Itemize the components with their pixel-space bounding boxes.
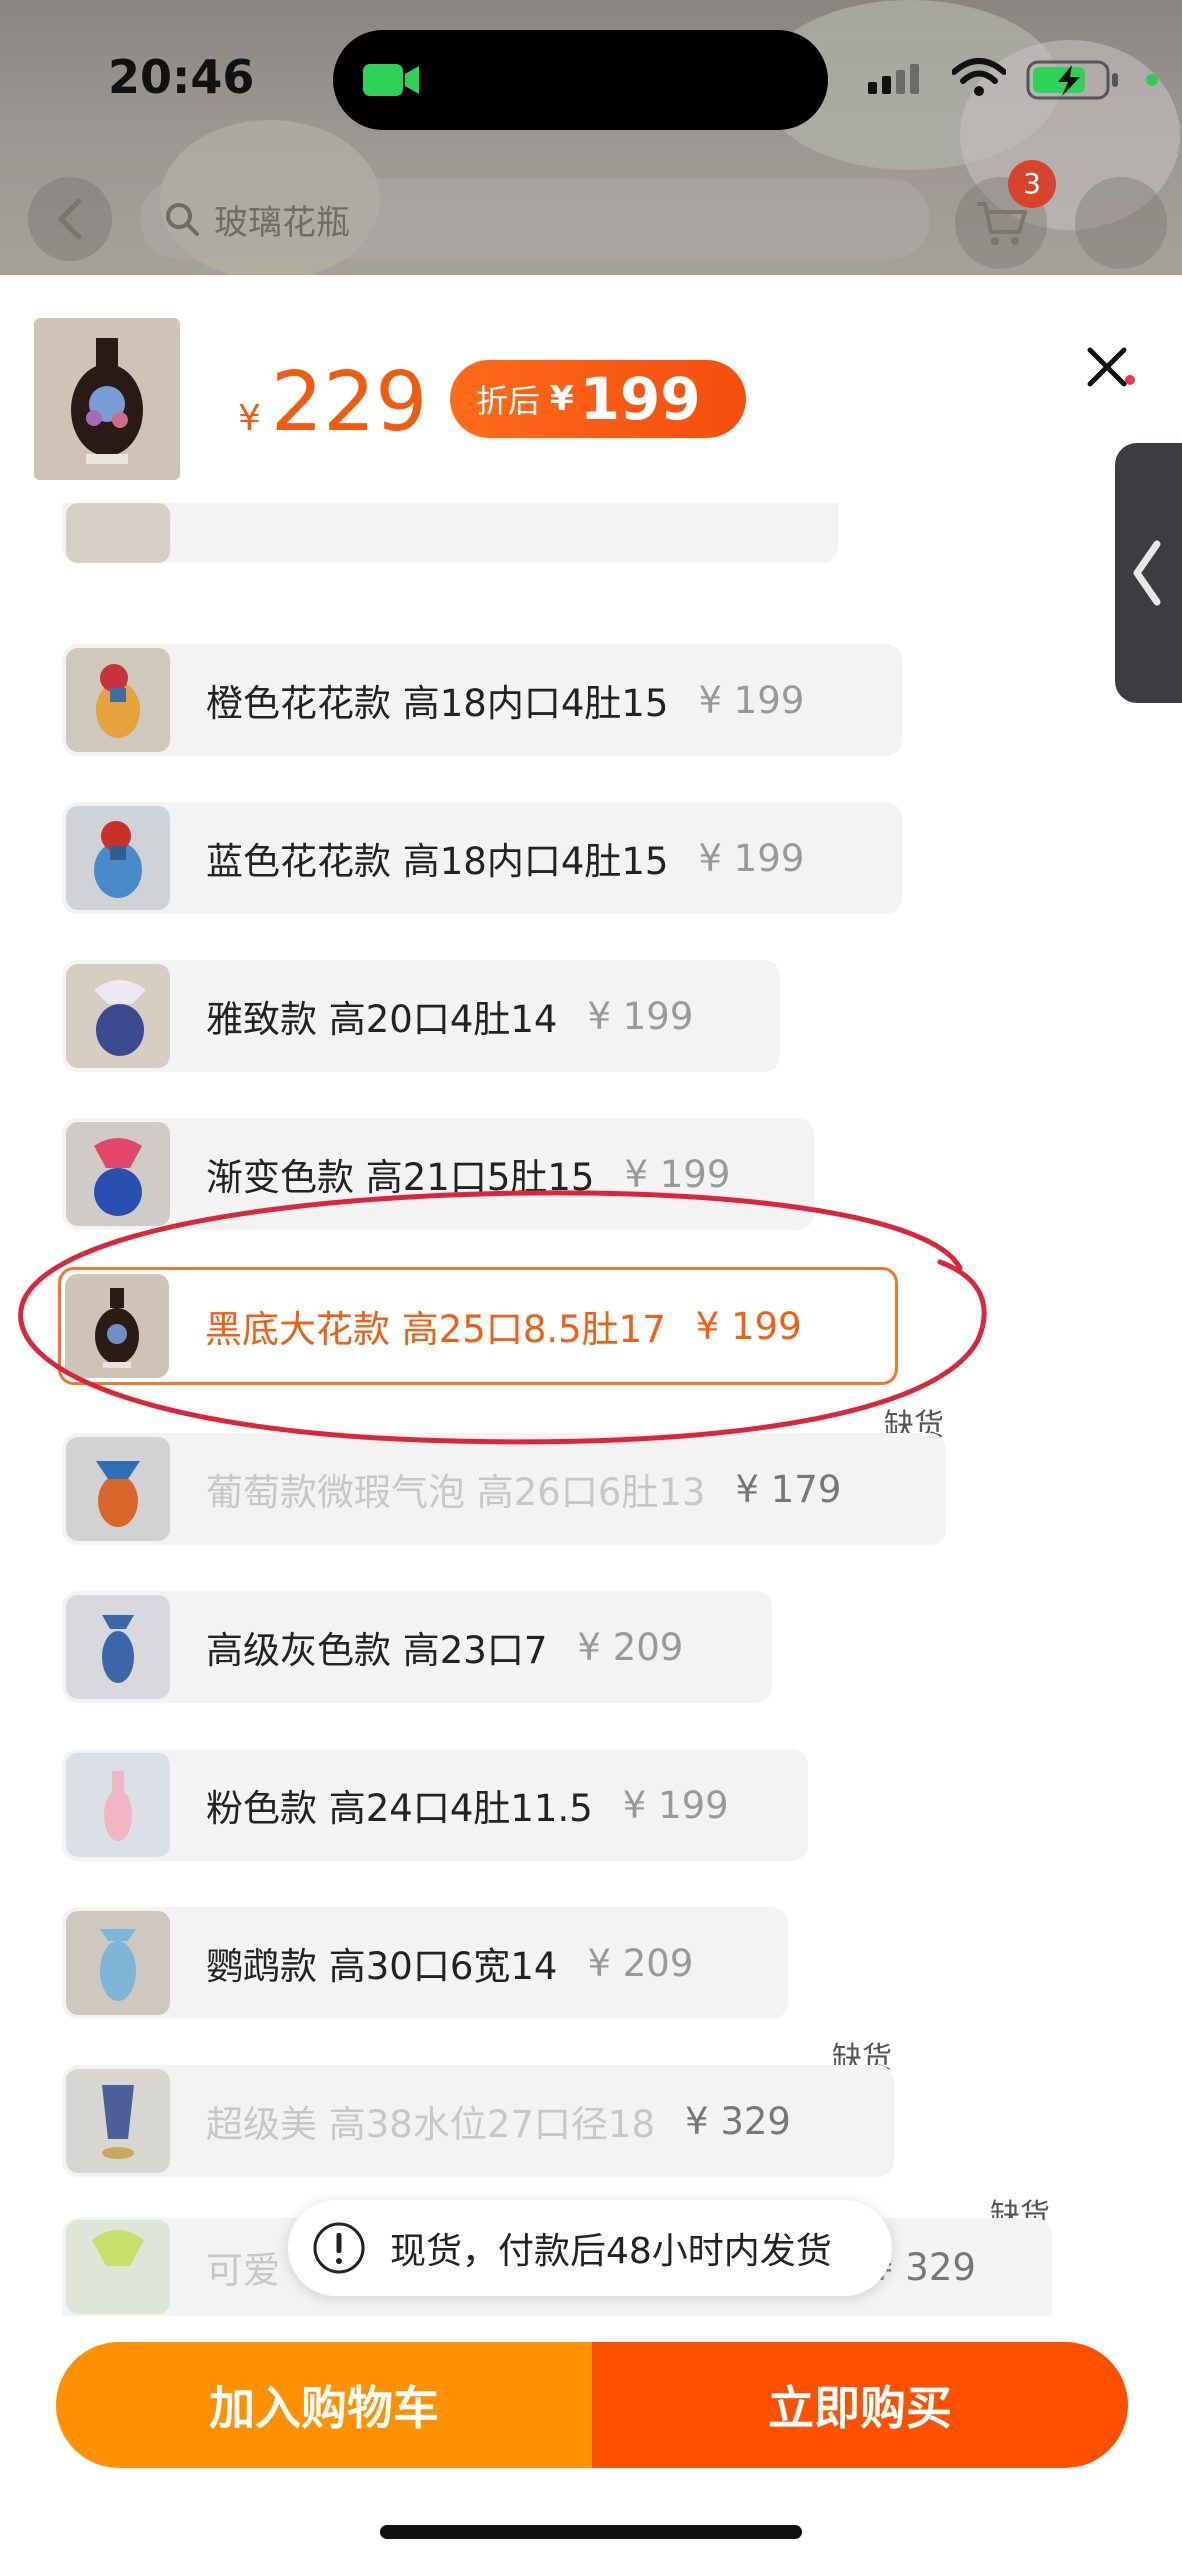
option-price: ¥ 199 [698, 836, 805, 880]
option-price: ¥ 209 [587, 1941, 694, 1985]
option-price: ¥ 329 [685, 2099, 791, 2143]
wifi-icon [952, 58, 1006, 96]
option-item[interactable]: 高级灰色款 高23口7 ¥ 209 [62, 1591, 772, 1703]
option-item[interactable]: 鹦鹉款 高30口6宽14 ¥ 209 [62, 1907, 788, 2019]
nav-row: 玻璃花瓶 [0, 175, 1182, 269]
currency-symbol: ¥ [238, 398, 261, 439]
option-price: ¥ 199 [698, 678, 805, 722]
privacy-indicator [1146, 74, 1158, 86]
alert-icon [313, 2222, 365, 2274]
dynamic-island [333, 30, 828, 130]
option-label: 超级美 高38水位27口径18 [206, 2103, 656, 2146]
chevron-left-icon [1133, 540, 1161, 606]
side-drawer-tab[interactable] [1115, 443, 1182, 703]
search-icon [166, 203, 199, 236]
option-label: 雅致款 高20口4肚14 [206, 998, 558, 1041]
battery-charging-icon [1026, 60, 1118, 100]
cart-count-badge: 3 [1008, 160, 1056, 208]
toast-text: 现货，付款后48小时内发货 [390, 2231, 832, 2272]
option-thumbnail [66, 503, 170, 563]
option-label: 渐变色款 高21口5肚15 [206, 1156, 595, 1199]
status-icons [868, 58, 1168, 100]
video-camera-icon [363, 64, 419, 96]
option-thumbnail [66, 964, 170, 1068]
discount-price-value: 199 [579, 365, 701, 433]
option-item[interactable]: 橙色花花款 高18内口4肚15 ¥ 199 [62, 644, 902, 756]
more-button[interactable] [1075, 177, 1167, 269]
option-thumbnail [66, 1911, 170, 2015]
shipping-toast: 现货，付款后48小时内发货 [288, 2200, 892, 2296]
option-thumbnail [66, 806, 170, 910]
option-thumbnail [66, 648, 170, 752]
option-price: ¥ 199 [587, 994, 694, 1038]
option-thumbnail [66, 1595, 170, 1699]
option-item[interactable]: 雅致款 高20口4肚14 ¥ 199 [62, 960, 780, 1072]
option-item-selected[interactable]: 黑底大花款 高25口8.5肚17 ¥ 199 [58, 1267, 898, 1385]
option-label: 葡萄款微瑕气泡 高26口6肚13 [206, 1471, 706, 1514]
product-thumbnail[interactable] [34, 318, 180, 480]
buy-now-button[interactable]: 立即购买 [592, 2342, 1128, 2468]
discount-price-pill: 折后 ¥ 199 [450, 360, 746, 438]
option-item-out-of-stock[interactable]: 葡萄款微瑕气泡 高26口6肚13 ¥ 179 [62, 1433, 946, 1545]
original-price: ¥229 [238, 355, 427, 450]
option-thumbnail [66, 1122, 170, 1226]
option-partial-hidden-visible[interactable] [62, 503, 838, 563]
option-price: ¥ 209 [577, 1625, 684, 1669]
cart-icon [977, 202, 1027, 245]
cellular-signal-icon [868, 64, 919, 94]
option-price: ¥ 199 [622, 1783, 729, 1827]
option-price: ¥ 199 [695, 1304, 802, 1348]
search-query: 玻璃花瓶 [214, 202, 350, 243]
option-label: 橙色花花款 高18内口4肚15 [206, 682, 669, 725]
discount-currency: ¥ [550, 379, 574, 419]
option-label: 可爱 [206, 2249, 280, 2292]
option-price: ¥ 179 [735, 1467, 842, 1511]
option-label: 黑底大花款 高25口8.5肚17 [205, 1308, 666, 1351]
sku-sheet: 橙色花花款 高18内口4肚15 ¥ 199 蓝色花花款 高18内口4肚15 ¥ … [0, 275, 1182, 2560]
search-input[interactable]: 玻璃花瓶 [140, 179, 930, 259]
option-item-out-of-stock[interactable]: 超级美 高38水位27口径18 ¥ 329 [62, 2065, 894, 2177]
list-fade [0, 2315, 1182, 2345]
option-label: 蓝色花花款 高18内口4肚15 [206, 840, 669, 883]
back-button[interactable] [28, 177, 112, 261]
option-thumbnail [66, 1753, 170, 1857]
option-label: 粉色款 高24口4肚11.5 [206, 1787, 593, 1830]
option-label: 高级灰色款 高23口7 [206, 1629, 548, 1672]
option-thumbnail [66, 1437, 170, 1541]
option-item[interactable]: 渐变色款 高21口5肚15 ¥ 199 [62, 1118, 814, 1230]
option-label: 鹦鹉款 高30口6宽14 [206, 1945, 558, 1988]
status-time: 20:46 [108, 50, 255, 104]
option-thumbnail [66, 2069, 170, 2173]
option-thumbnail [66, 2220, 170, 2314]
option-item[interactable]: 粉色款 高24口4肚11.5 ¥ 199 [62, 1749, 808, 1861]
option-item[interactable]: 蓝色花花款 高18内口4肚15 ¥ 199 [62, 802, 902, 914]
option-price: ¥ 199 [624, 1152, 731, 1196]
discount-label: 折后 [476, 382, 541, 420]
chevron-left-icon [58, 198, 82, 240]
option-thumbnail [65, 1274, 169, 1378]
home-indicator[interactable] [380, 2525, 802, 2539]
add-to-cart-button[interactable]: 加入购物车 [56, 2342, 592, 2468]
price-value: 229 [270, 355, 428, 450]
close-icon[interactable] [1080, 340, 1136, 396]
action-bar: 加入购物车 立即购买 [56, 2342, 1128, 2468]
